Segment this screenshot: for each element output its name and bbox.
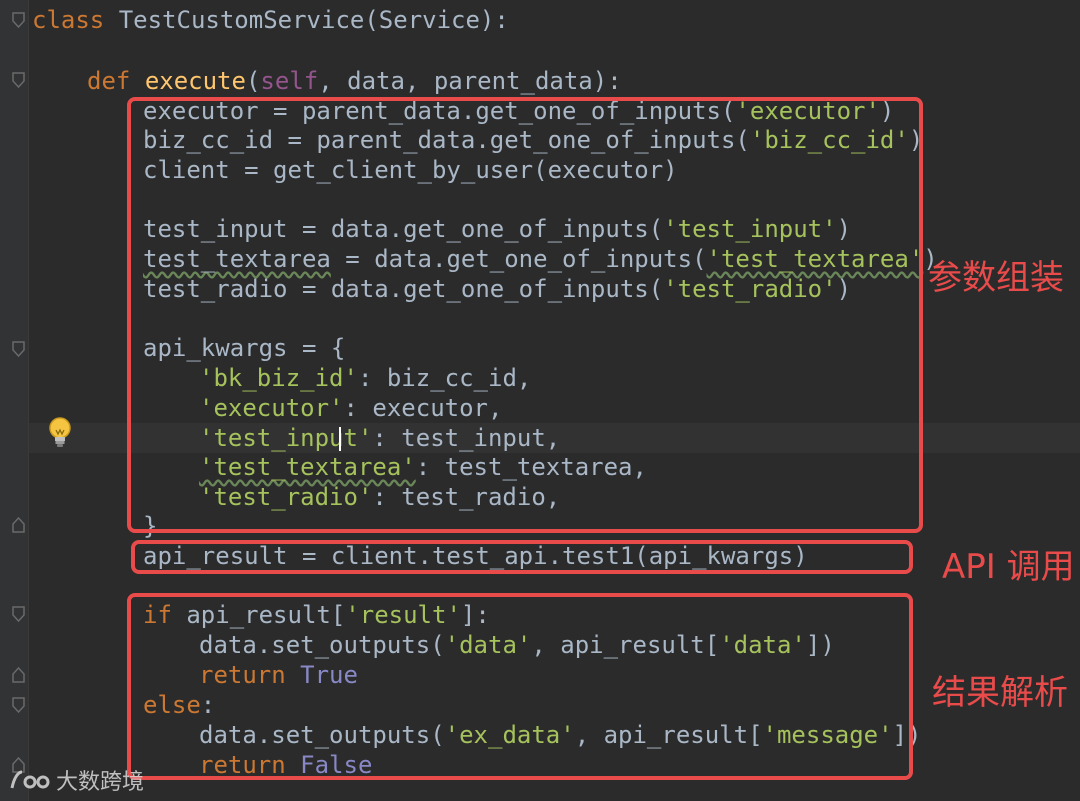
annotation-api-call: API 调用 xyxy=(942,547,1075,587)
fold-marker-icon[interactable] xyxy=(12,517,25,533)
code-line-class: class TestCustomService(Service): xyxy=(32,5,509,35)
fold-marker-icon[interactable] xyxy=(12,341,25,357)
fold-marker-icon[interactable] xyxy=(12,697,25,713)
fold-marker-icon[interactable] xyxy=(12,72,25,88)
annotation-result-parse: 结果解析 xyxy=(932,673,1068,713)
code-text: , data, parent_data): xyxy=(318,67,622,95)
fold-marker-icon[interactable] xyxy=(12,12,25,28)
self-param: self xyxy=(260,67,319,95)
keyword: def xyxy=(87,67,131,95)
brand-logo-icon xyxy=(8,766,52,794)
gutter-divider xyxy=(28,0,29,801)
lightbulb-icon[interactable] xyxy=(46,416,74,450)
param-assembly-box xyxy=(127,97,923,533)
result-parse-box xyxy=(127,593,913,780)
code-text: ( xyxy=(245,67,261,95)
watermark-text: 大数跨境 xyxy=(56,770,145,795)
api-call-box xyxy=(131,540,913,574)
class-declaration: TestCustomService(Service): xyxy=(118,6,509,34)
annotation-param-assembly: 参数组装 xyxy=(928,258,1064,298)
fold-marker-icon[interactable] xyxy=(12,667,25,683)
watermark: 大数跨境 xyxy=(8,764,144,796)
keyword: class xyxy=(32,6,105,34)
function-name: execute xyxy=(144,67,246,95)
code-line-def: def execute(self, data, parent_data): xyxy=(87,66,622,96)
fold-marker-icon[interactable] xyxy=(12,606,25,622)
